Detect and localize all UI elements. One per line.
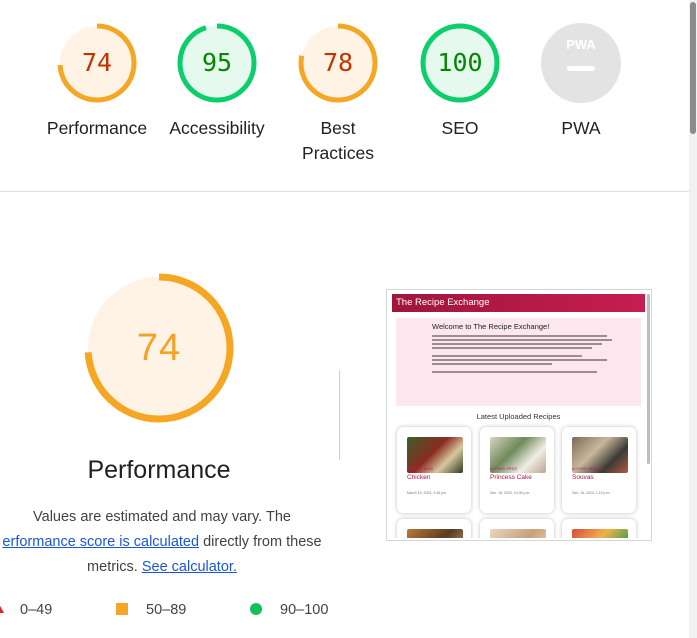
screenshot-site-title: The Recipe Exchange <box>392 294 645 312</box>
legend-pass: 90–100 <box>250 600 328 620</box>
recipe-card-partial <box>480 519 554 538</box>
gauge-performance-label: Performance <box>46 118 148 138</box>
score-legend: 0–49 50–89 90–100 <box>0 600 689 620</box>
gauge-best-practices-score: 78 <box>322 48 354 77</box>
legend-average-label: 50–89 <box>146 602 187 618</box>
page-scrollbar[interactable] <box>689 0 697 638</box>
pwa-badge-text: PWA <box>566 37 596 52</box>
gauge-best-practices-ring: 78 <box>297 22 379 104</box>
gauge-pwa[interactable]: PWA PWA <box>521 22 641 141</box>
estimate-middle: directly from these <box>203 534 322 550</box>
gauge-performance-score: 74 <box>81 48 113 77</box>
section-divider <box>0 191 689 192</box>
recipe-card: AUTHOR: DEBS Chicken March 15, 2024, 3:4… <box>397 427 471 513</box>
performance-title: Performance <box>87 456 231 484</box>
recipe-card-name: Princess Cake <box>490 474 532 481</box>
gauge-performance-ring: 74 <box>56 22 138 104</box>
score-calculated-link[interactable]: erformance score is calculated <box>2 534 199 550</box>
estimate-prefix: Values are estimated and may vary. The <box>33 509 291 525</box>
performance-main-gauge: 74 <box>84 273 234 423</box>
legend-fail: 0–49 <box>0 600 52 620</box>
gauge-seo[interactable]: 100 SEO <box>400 22 520 141</box>
screenshot-scrollbar <box>647 294 650 464</box>
recipe-card-name: Souvas <box>572 474 594 481</box>
page-scrollbar-thumb[interactable] <box>690 2 696 134</box>
screenshot-welcome-heading: Welcome to The Recipe Exchange! <box>432 322 550 331</box>
square-icon <box>116 603 128 615</box>
gauge-performance[interactable]: 74 Performance <box>37 22 157 141</box>
circle-icon <box>250 603 262 615</box>
gauge-pwa-label: PWA <box>561 118 601 138</box>
screenshot-page: The Recipe Exchange Welcome to The Recip… <box>392 294 645 538</box>
gauge-pwa-ring: PWA <box>540 22 622 104</box>
screenshot-recipe-cards: AUTHOR: DEBS Chicken March 15, 2024, 3:4… <box>392 421 645 538</box>
estimate-note: Values are estimated and may vary. The e… <box>0 505 332 580</box>
triangle-icon <box>0 604 4 613</box>
recipe-card: AUTHOR: PRICE Princess Cake Dec. 18, 202… <box>480 427 554 513</box>
gauge-seo-score: 100 <box>437 48 483 77</box>
gauge-seo-ring: 100 <box>419 22 501 104</box>
performance-main-score: 74 <box>136 327 182 369</box>
legend-pass-label: 90–100 <box>280 602 329 618</box>
gauge-best-practices-label: Best Practices <box>302 118 374 163</box>
recipe-card-partial <box>562 519 636 538</box>
legend-fail-label: 0–49 <box>20 602 53 618</box>
recipe-card-partial <box>397 519 471 538</box>
gauge-accessibility[interactable]: 95 Accessibility <box>157 22 277 141</box>
legend-average: 50–89 <box>116 600 186 620</box>
estimate-tail: metrics. <box>87 559 138 575</box>
final-screenshot[interactable]: The Recipe Exchange Welcome to The Recip… <box>386 289 652 541</box>
recipe-card: AUTHOR: BROCK Souvas Dec. 16, 2023, 1:15… <box>562 427 636 513</box>
gauge-best-practices[interactable]: 78 Best Practices <box>278 22 398 166</box>
gauge-accessibility-label: Accessibility <box>169 118 265 138</box>
screenshot-welcome-box: Welcome to The Recipe Exchange! <box>396 318 641 406</box>
vertical-separator <box>339 370 340 460</box>
gauge-seo-label: SEO <box>441 118 479 138</box>
recipe-card-name: Chicken <box>407 474 431 481</box>
screenshot-latest-heading: Latest Uploaded Recipes <box>476 412 561 421</box>
see-calculator-link[interactable]: See calculator. <box>142 559 237 575</box>
gauge-accessibility-score: 95 <box>201 48 233 77</box>
category-gauges: 74 Performance 95 Accessibility 78 Best … <box>0 22 689 182</box>
gauge-accessibility-ring: 95 <box>176 22 258 104</box>
